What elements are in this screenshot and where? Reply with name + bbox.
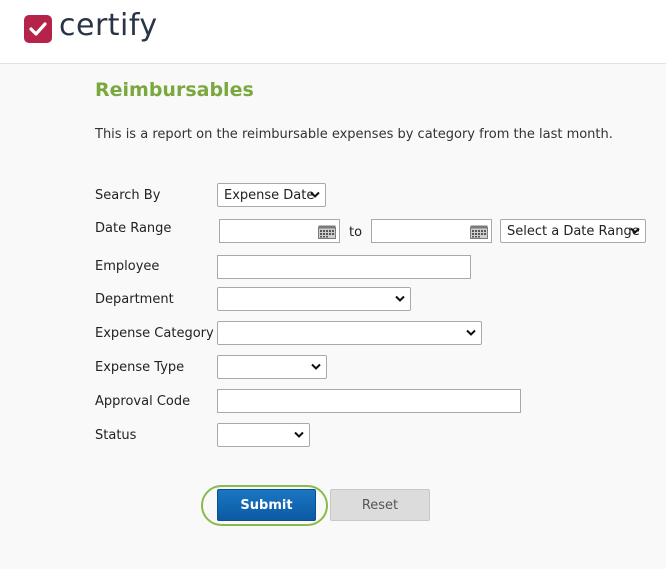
date-to-input[interactable]	[371, 219, 492, 243]
page-description: This is a report on the reimbursable exp…	[95, 127, 613, 142]
chevron-down-icon	[294, 431, 304, 438]
checkmark-icon	[29, 22, 47, 36]
submit-button[interactable]: Submit	[217, 489, 316, 521]
date-range-preset-select[interactable]: Select a Date Range	[500, 219, 646, 243]
department-label: Department	[95, 292, 174, 307]
date-from-input[interactable]	[219, 219, 340, 243]
employee-label: Employee	[95, 259, 160, 274]
date-range-preset-value: Select a Date Range	[507, 224, 640, 239]
app-header: certify	[0, 0, 666, 64]
status-label: Status	[95, 428, 137, 443]
certify-logo-mark[interactable]	[24, 15, 52, 43]
search-by-select[interactable]: Expense Date	[217, 183, 326, 207]
brand-name[interactable]: certify	[59, 8, 158, 43]
search-by-label: Search By	[95, 188, 161, 203]
chevron-down-icon	[310, 191, 320, 198]
chevron-down-icon	[630, 227, 640, 234]
calendar-icon[interactable]	[470, 225, 488, 239]
expense-type-select[interactable]	[217, 355, 327, 379]
reset-button[interactable]: Reset	[330, 489, 430, 521]
page-title: Reimbursables	[95, 79, 254, 101]
approval-code-label: Approval Code	[95, 394, 191, 409]
chevron-down-icon	[311, 363, 321, 370]
department-select[interactable]	[217, 287, 411, 311]
chevron-down-icon	[466, 329, 476, 336]
expense-type-label: Expense Type	[95, 360, 185, 375]
chevron-down-icon	[395, 295, 405, 302]
expense-category-select[interactable]	[217, 321, 482, 345]
date-range-label: Date Range	[95, 221, 172, 236]
expense-category-label: Expense Category	[95, 326, 214, 341]
approval-code-input[interactable]	[217, 389, 521, 413]
employee-input[interactable]	[217, 255, 471, 279]
search-by-value: Expense Date	[224, 188, 315, 203]
status-select[interactable]	[217, 423, 310, 447]
date-range-to-label: to	[349, 225, 363, 240]
calendar-icon[interactable]	[318, 225, 336, 239]
